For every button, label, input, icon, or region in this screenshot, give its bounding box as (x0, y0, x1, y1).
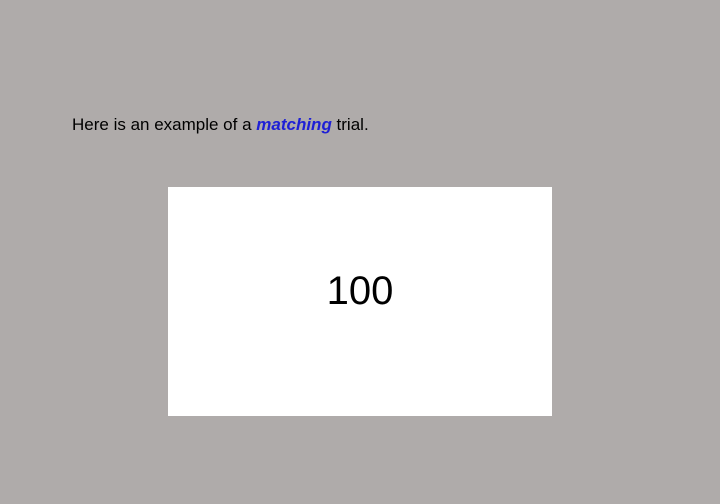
stimulus-card: 100 (168, 187, 552, 416)
stimulus-number: 100 (326, 268, 394, 313)
instruction-prefix: Here is an example of a (72, 115, 257, 134)
instruction-emphasis: matching (256, 115, 332, 134)
instruction-suffix: trial. (331, 115, 369, 134)
instruction-text: Here is an example of a matching trial. (72, 114, 369, 136)
